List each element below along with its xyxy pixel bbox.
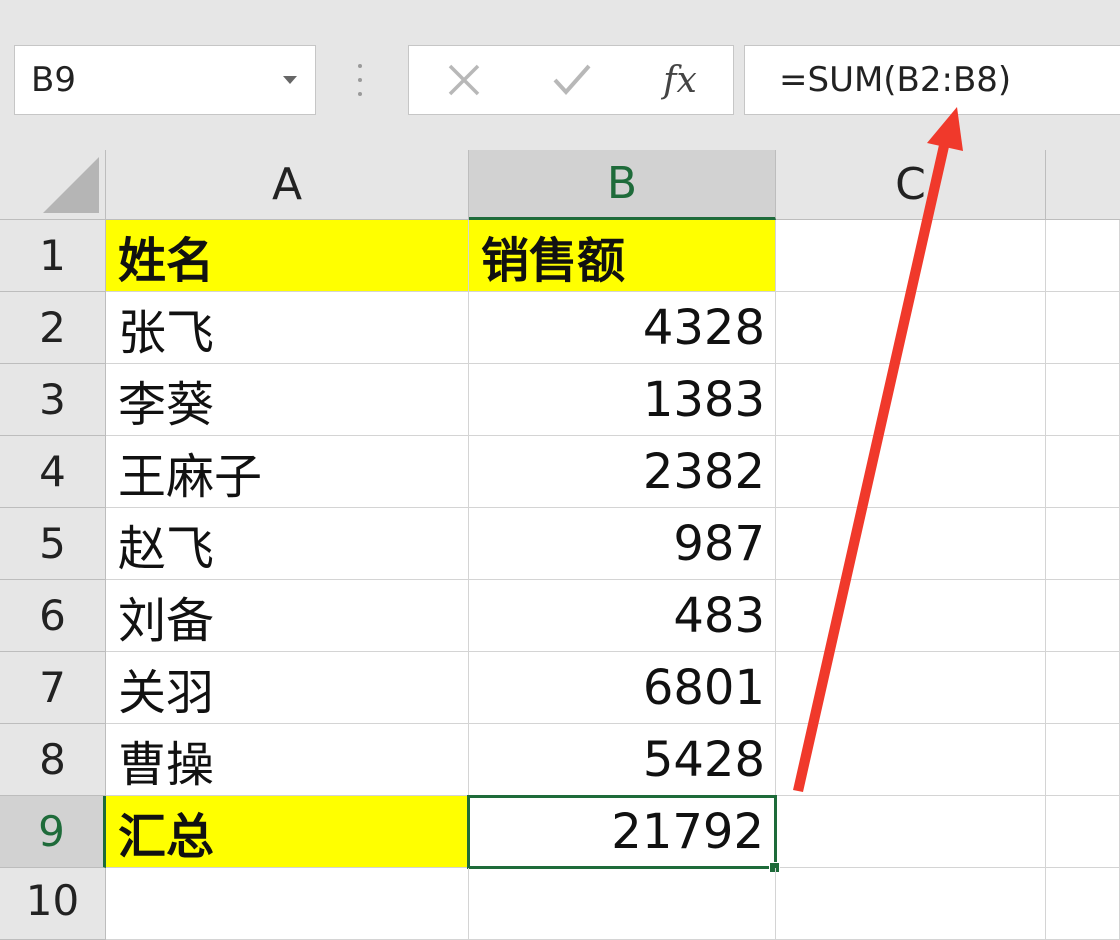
cell-d1[interactable]	[1046, 220, 1120, 292]
cell-b6[interactable]: 483	[469, 580, 776, 652]
cell-b10[interactable]	[469, 868, 776, 940]
cell-b8[interactable]: 5428	[469, 724, 776, 796]
cell-c9[interactable]	[777, 796, 1046, 868]
cancel-button[interactable]	[419, 46, 509, 114]
cell-d3[interactable]	[1046, 364, 1120, 436]
column-header-d[interactable]	[1046, 150, 1120, 220]
cancel-icon	[448, 64, 480, 96]
column-header-c[interactable]: C	[776, 150, 1046, 220]
cell-b1[interactable]: 销售额	[469, 220, 776, 292]
row-header-1[interactable]: 1	[0, 220, 106, 292]
column-header-b[interactable]: B	[469, 150, 776, 220]
enter-button[interactable]	[527, 46, 617, 114]
enter-check-icon	[553, 64, 591, 95]
insert-function-button[interactable]: fx	[635, 46, 725, 114]
cell-a6[interactable]: 刘备	[106, 580, 469, 652]
cell-c10[interactable]	[776, 868, 1046, 940]
cell-d10[interactable]	[1046, 868, 1120, 940]
cell-a9[interactable]: 汇总	[106, 796, 469, 868]
cell-d2[interactable]	[1046, 292, 1120, 364]
cell-b7[interactable]: 6801	[469, 652, 776, 724]
cell-c1[interactable]	[776, 220, 1046, 292]
cell-d4[interactable]	[1046, 436, 1120, 508]
cell-c4[interactable]	[776, 436, 1046, 508]
insert-function-icon: fx	[663, 59, 697, 101]
formula-bar-grip-icon[interactable]	[357, 62, 363, 100]
cell-b4[interactable]: 2382	[469, 436, 776, 508]
column-header-a[interactable]: A	[106, 150, 469, 220]
cell-b3[interactable]: 1383	[469, 364, 776, 436]
formula-text: =SUM(B2:B8)	[779, 60, 1012, 100]
row-header-5[interactable]: 5	[0, 508, 106, 580]
name-box[interactable]: B9	[14, 45, 316, 115]
row-header-8[interactable]: 8	[0, 724, 106, 796]
cell-a4[interactable]: 王麻子	[106, 436, 469, 508]
formula-buttons: fx	[408, 45, 734, 115]
cell-a1[interactable]: 姓名	[106, 220, 469, 292]
select-all-icon	[43, 157, 99, 213]
cell-c7[interactable]	[776, 652, 1046, 724]
row-header-6[interactable]: 6	[0, 580, 106, 652]
cell-d6[interactable]	[1046, 580, 1120, 652]
cell-c5[interactable]	[776, 508, 1046, 580]
select-all-button[interactable]	[0, 150, 106, 220]
row-header-9[interactable]: 9	[0, 796, 106, 868]
dropdown-arrow-icon[interactable]	[283, 76, 297, 84]
cell-d7[interactable]	[1046, 652, 1120, 724]
formula-input[interactable]: =SUM(B2:B8)	[744, 45, 1120, 115]
name-box-value: B9	[31, 60, 76, 100]
cell-d5[interactable]	[1046, 508, 1120, 580]
cell-c6[interactable]	[776, 580, 1046, 652]
row-header-3[interactable]: 3	[0, 364, 106, 436]
cell-c8[interactable]	[776, 724, 1046, 796]
cell-c3[interactable]	[776, 364, 1046, 436]
cell-a3[interactable]: 李葵	[106, 364, 469, 436]
cell-a8[interactable]: 曹操	[106, 724, 469, 796]
cell-d8[interactable]	[1046, 724, 1120, 796]
cell-a5[interactable]: 赵飞	[106, 508, 469, 580]
cell-b9[interactable]: 21792	[467, 795, 777, 869]
cell-a7[interactable]: 关羽	[106, 652, 469, 724]
row-header-10[interactable]: 10	[0, 868, 106, 940]
row-header-4[interactable]: 4	[0, 436, 106, 508]
cell-b5[interactable]: 987	[469, 508, 776, 580]
row-header-7[interactable]: 7	[0, 652, 106, 724]
cell-d9[interactable]	[1046, 796, 1120, 868]
cell-a2[interactable]: 张飞	[106, 292, 469, 364]
row-header-10-label: 10	[25, 876, 80, 925]
row-header-2[interactable]: 2	[0, 292, 106, 364]
cell-b2[interactable]: 4328	[469, 292, 776, 364]
cell-c2[interactable]	[776, 292, 1046, 364]
cell-a10[interactable]	[106, 868, 469, 940]
